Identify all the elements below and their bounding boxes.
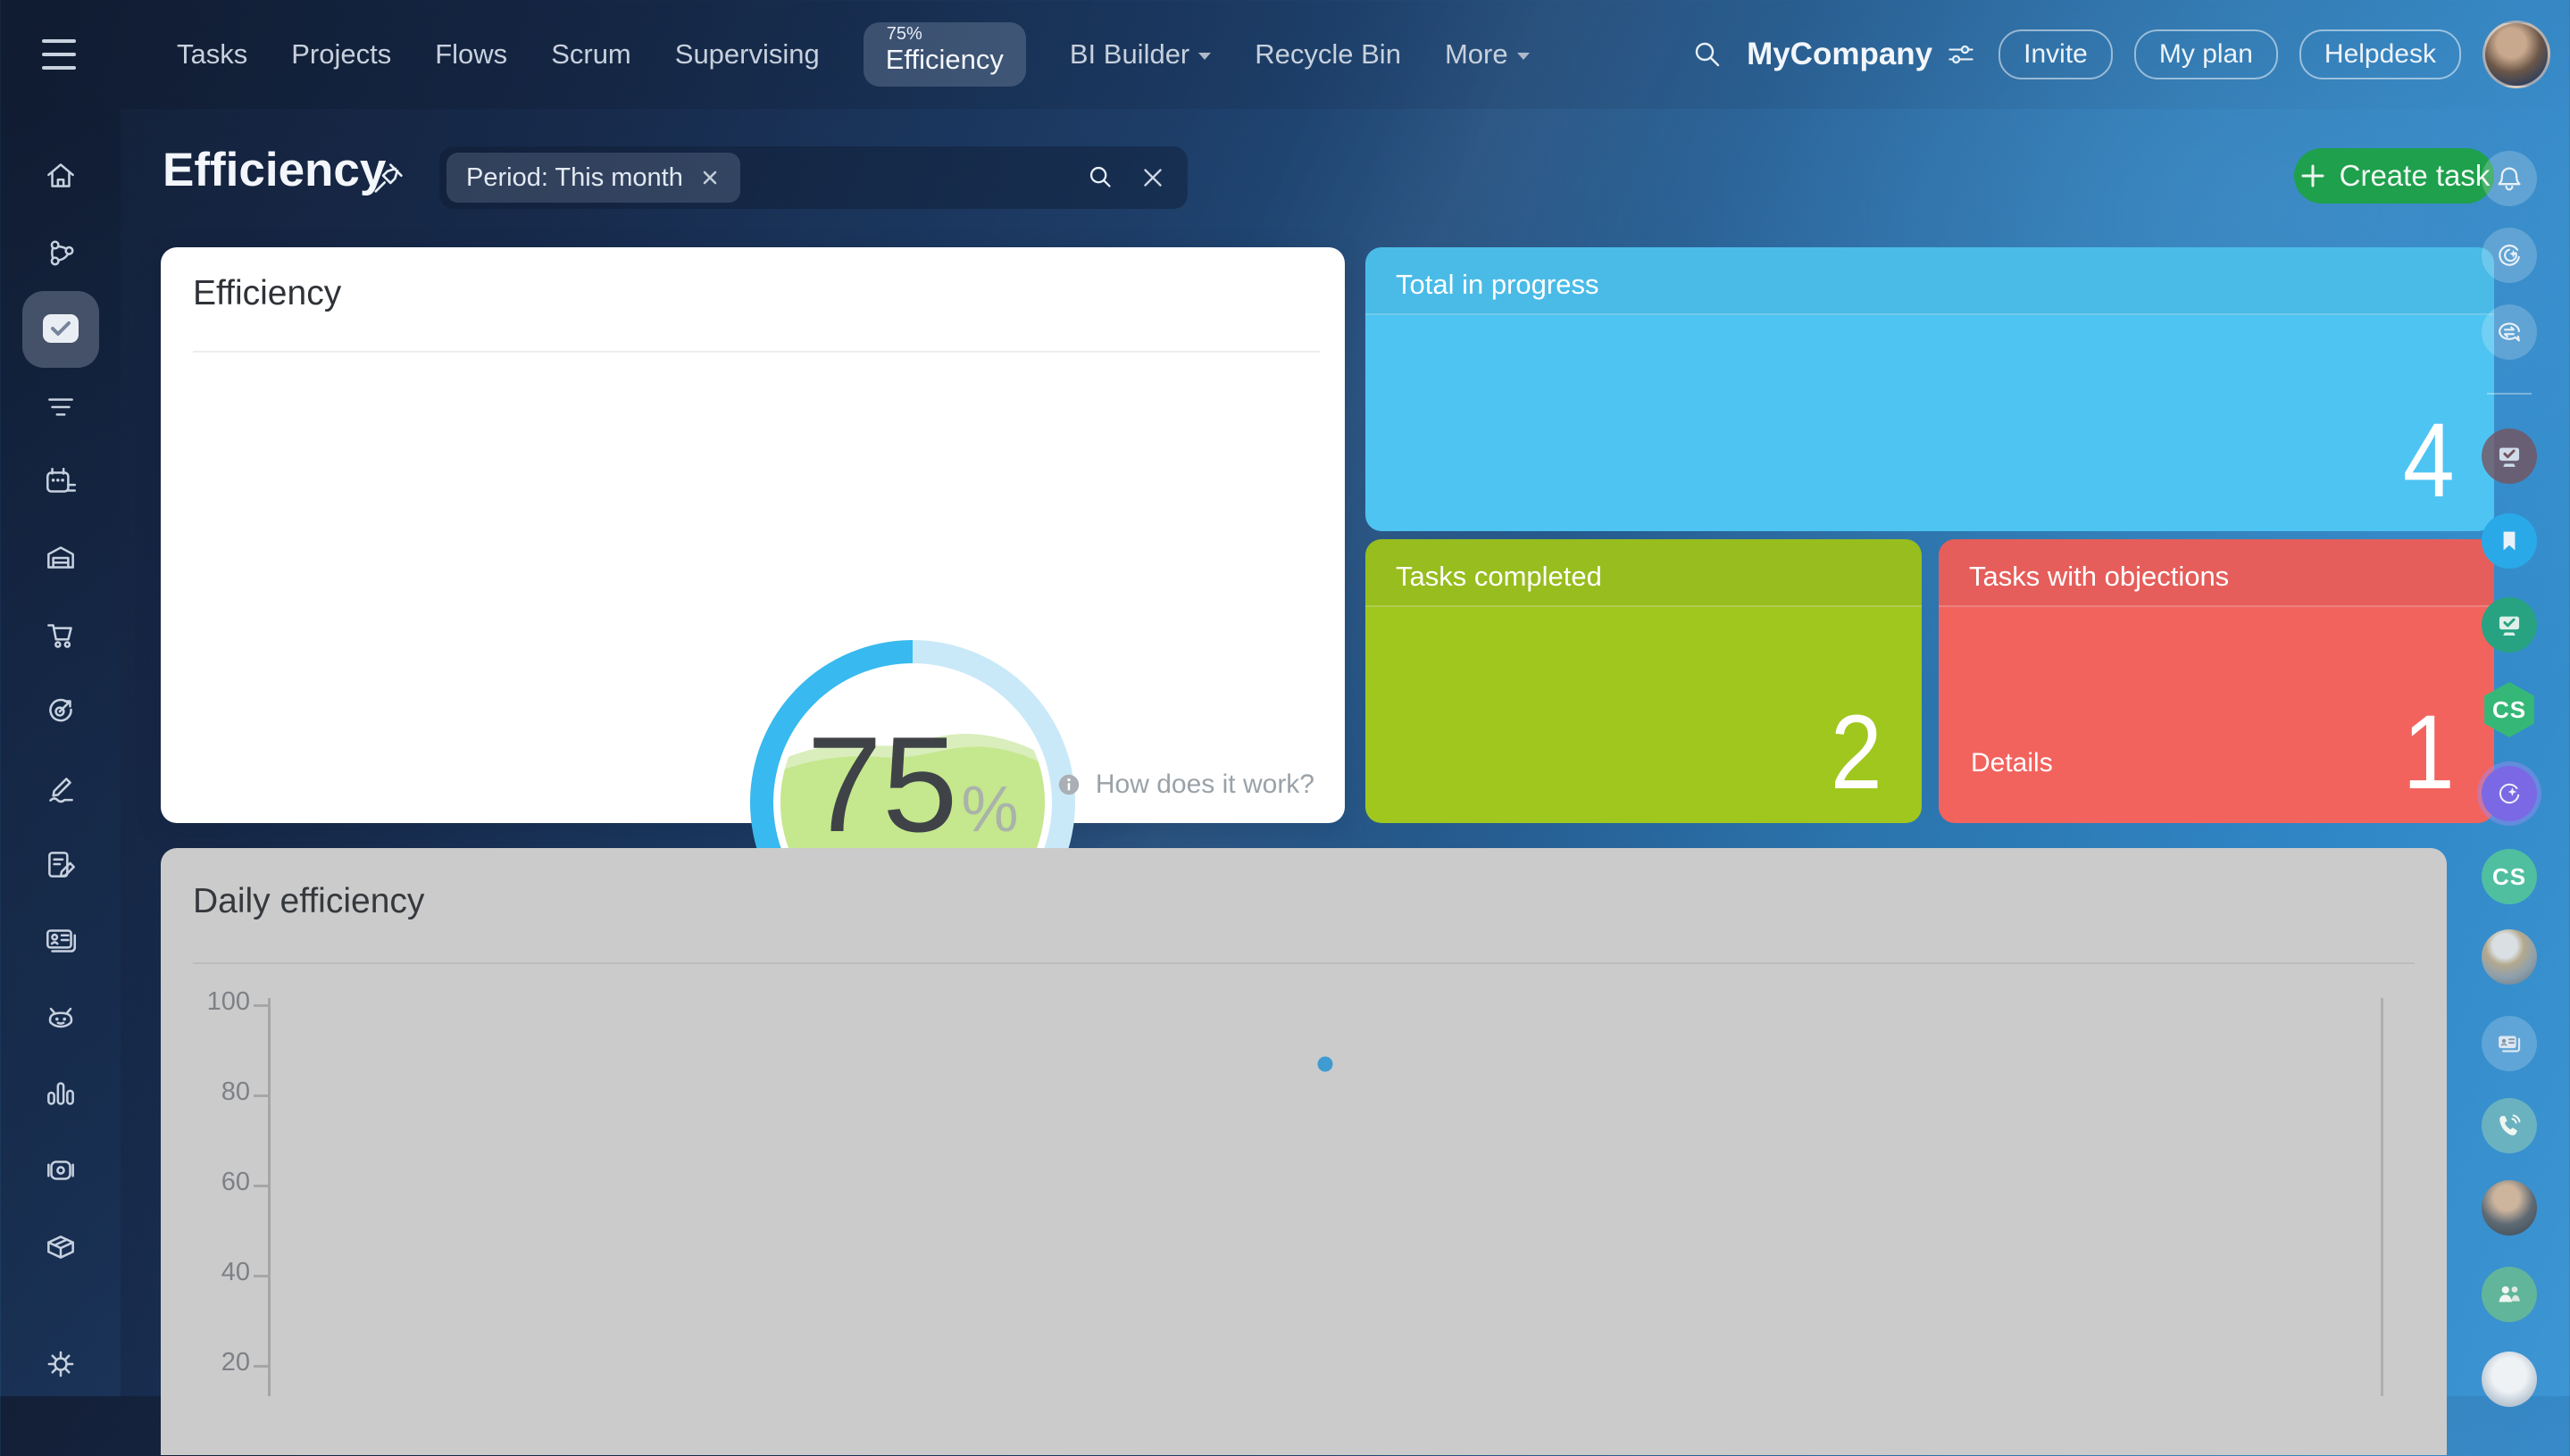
sidebar-item-goals[interactable] bbox=[42, 692, 79, 729]
y-tick-label: 60 bbox=[191, 1168, 250, 1197]
cs-hexagon-badge[interactable]: CS bbox=[2482, 682, 2537, 737]
create-task-button[interactable]: Create task bbox=[2294, 148, 2494, 204]
sidebar-item-id-card[interactable] bbox=[42, 922, 79, 960]
my-plan-button[interactable]: My plan bbox=[2134, 29, 2278, 79]
chart-data-point[interactable] bbox=[1318, 1056, 1333, 1071]
chevron-down-icon bbox=[1517, 53, 1530, 60]
sidebar-item-tasks-active[interactable] bbox=[22, 291, 99, 368]
filter-bar[interactable]: Period: This month bbox=[439, 146, 1188, 209]
total-in-progress-value: 4 bbox=[2403, 408, 2455, 513]
sidebar-item-contacts[interactable] bbox=[42, 235, 79, 272]
helpdesk-button[interactable]: Helpdesk bbox=[2299, 29, 2461, 79]
sidebar-item-package[interactable] bbox=[42, 1228, 79, 1266]
y-tick-label: 80 bbox=[191, 1077, 250, 1107]
hamburger-menu-icon[interactable] bbox=[42, 39, 76, 70]
sidebar-item-warehouse[interactable] bbox=[42, 539, 79, 577]
daily-efficiency-plot bbox=[269, 1005, 2382, 1456]
sidebar-item-settings[interactable] bbox=[42, 1345, 79, 1383]
notifications-bell-icon[interactable] bbox=[2482, 151, 2537, 206]
chip-close-icon[interactable] bbox=[699, 167, 721, 188]
chevron-down-icon bbox=[1198, 53, 1211, 60]
invite-button[interactable]: Invite bbox=[1998, 29, 2113, 79]
nav-item-recycle-bin[interactable]: Recycle Bin bbox=[1255, 38, 1401, 71]
pin-icon[interactable] bbox=[368, 159, 407, 198]
tasks-with-objections-value: 1 bbox=[2403, 700, 2455, 805]
task-check-icon bbox=[40, 311, 81, 346]
right-rail: CS CS bbox=[2482, 0, 2570, 1396]
member-avatar[interactable] bbox=[2482, 929, 2537, 985]
nav-item-supervising[interactable]: Supervising bbox=[675, 38, 820, 71]
filter-clear-icon[interactable] bbox=[1138, 162, 1168, 193]
app-monitor-check-green-icon[interactable] bbox=[2482, 597, 2537, 653]
nav-item-more[interactable]: More bbox=[1445, 38, 1530, 71]
sliders-icon bbox=[1945, 38, 1977, 71]
app-monitor-check-muted-icon[interactable] bbox=[2482, 428, 2537, 484]
y-tick-label: 20 bbox=[191, 1348, 250, 1377]
total-in-progress-title: Total in progress bbox=[1396, 269, 1598, 301]
filter-search-icon[interactable] bbox=[1084, 161, 1118, 195]
tasks-completed-card[interactable]: Tasks completed 2 bbox=[1365, 539, 1922, 823]
team-people-icon[interactable] bbox=[2482, 1267, 2537, 1322]
sidebar-item-planning[interactable] bbox=[42, 463, 79, 501]
member-avatar[interactable] bbox=[2482, 1180, 2537, 1236]
left-sidebar bbox=[0, 109, 121, 1396]
total-in-progress-card[interactable]: Total in progress 4 bbox=[1365, 247, 2494, 531]
main-menu: Tasks Projects Flows Scrum Supervising 7… bbox=[177, 0, 1530, 109]
y-tick-label: 40 bbox=[191, 1258, 250, 1287]
nav-item-efficiency-active[interactable]: 75% Efficiency bbox=[864, 22, 1026, 87]
nav-item-bi-builder[interactable]: BI Builder bbox=[1070, 38, 1211, 71]
contact-card-icon[interactable] bbox=[2482, 1016, 2537, 1071]
info-icon bbox=[1055, 770, 1083, 799]
nav-item-projects[interactable]: Projects bbox=[291, 38, 391, 71]
sidebar-item-filters[interactable] bbox=[42, 388, 79, 426]
sidebar-item-cart[interactable] bbox=[42, 616, 79, 653]
sidebar-item-bot[interactable] bbox=[42, 999, 79, 1036]
tasks-with-objections-title: Tasks with objections bbox=[1969, 561, 2229, 593]
ai-assistant-icon[interactable] bbox=[2482, 228, 2537, 283]
gauge-value: 75% bbox=[750, 717, 1075, 853]
efficiency-card: Efficiency 75% How does it work? bbox=[161, 247, 1345, 823]
y-tick-label: 100 bbox=[191, 987, 250, 1017]
rail-divider bbox=[2487, 393, 2532, 395]
bookmark-icon[interactable] bbox=[2482, 513, 2537, 569]
sidebar-item-home[interactable] bbox=[42, 157, 79, 195]
sidebar-item-camera[interactable] bbox=[42, 1152, 79, 1189]
tasks-with-objections-card[interactable]: Tasks with objections Details 1 bbox=[1939, 539, 2494, 823]
top-nav-right: MyCompany Invite My plan Helpdesk bbox=[1690, 0, 2550, 109]
page-title: Efficiency bbox=[163, 143, 386, 197]
phone-icon[interactable] bbox=[2482, 1098, 2537, 1153]
plus-icon bbox=[2299, 162, 2327, 190]
cs-circle-badge[interactable]: CS bbox=[2482, 849, 2537, 904]
efficiency-percent-badge: 75% bbox=[887, 24, 922, 45]
ai-sparkle-purple-icon[interactable] bbox=[2482, 766, 2537, 821]
how-does-it-work-link[interactable]: How does it work? bbox=[1055, 770, 1314, 800]
nav-item-flows[interactable]: Flows bbox=[435, 38, 507, 71]
sidebar-item-documents[interactable] bbox=[42, 846, 79, 884]
sidebar-item-signature[interactable] bbox=[42, 770, 79, 807]
efficiency-card-title: Efficiency bbox=[193, 274, 341, 313]
nav-item-scrum[interactable]: Scrum bbox=[551, 38, 631, 71]
search-icon[interactable] bbox=[1690, 37, 1725, 72]
tasks-completed-value: 2 bbox=[1831, 700, 1882, 805]
daily-efficiency-title: Daily efficiency bbox=[193, 882, 424, 921]
sidebar-item-reports[interactable] bbox=[42, 1075, 79, 1112]
filter-chip-period[interactable]: Period: This month bbox=[446, 153, 740, 203]
details-link[interactable]: Details bbox=[1971, 748, 2053, 778]
chat-transfer-icon[interactable] bbox=[2482, 304, 2537, 360]
nav-item-tasks[interactable]: Tasks bbox=[177, 38, 247, 71]
cat-avatar[interactable] bbox=[2482, 1352, 2537, 1407]
top-nav: Tasks Projects Flows Scrum Supervising 7… bbox=[0, 0, 2570, 109]
tasks-completed-title: Tasks completed bbox=[1396, 561, 1602, 593]
company-switcher[interactable]: MyCompany bbox=[1747, 37, 1977, 72]
